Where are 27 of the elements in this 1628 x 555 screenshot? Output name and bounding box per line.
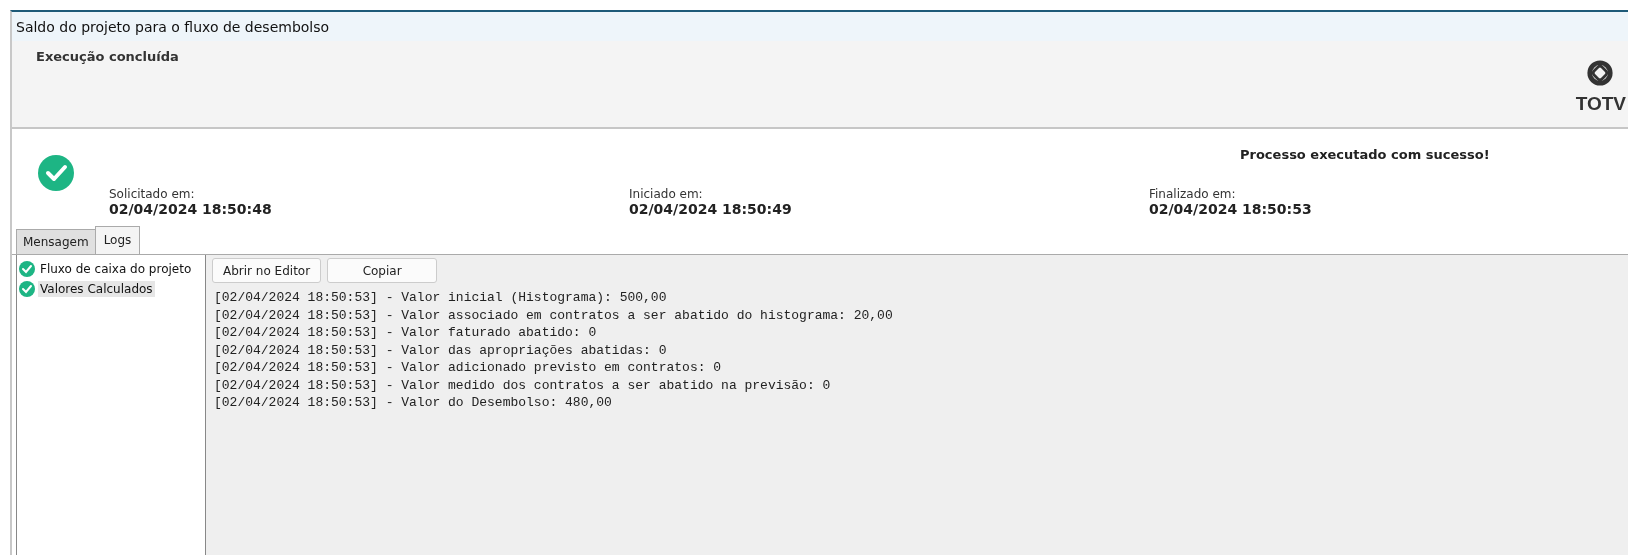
logo-text: TOTV [1575,93,1626,115]
check-icon [19,261,35,277]
time-label: Solicitado em: [109,187,196,201]
time-value: 02/04/2024 18:50:49 [629,201,793,217]
log-line: [02/04/2024 18:50:53] - Valor faturado abatido: 0 [214,324,598,342]
log-line: [02/04/2024 18:50:53] - Valor associado em contratos a ser abatido do histograma: 20,00 [214,306,894,324]
log-line: [02/04/2024 18:50:53] - Valor medido dos contratos a ser abatido na previsão: 0 [214,376,832,394]
success-icon [38,155,74,191]
toolbar-button[interactable]: Copiar [327,258,438,283]
log-line: [02/04/2024 18:50:53] - Valor inicial (Histograma): 500,00 [214,289,668,307]
toolbar-button[interactable]: Abrir no Editor [212,258,322,283]
time-label: Iniciado em: [629,187,704,201]
logo-icon [1586,59,1614,87]
log-line: [02/04/2024 18:50:53] - Valor do Desembolso: 480,00 [214,394,613,412]
time-label: Finalizado em: [1149,187,1237,201]
time-value: 02/04/2024 18:50:53 [1149,201,1313,217]
header-title: Execução concluída [36,49,179,66]
tree-item[interactable]: Valores Calculados [38,281,155,297]
tree-item[interactable]: Fluxo de caixa do projeto [38,261,194,277]
tab[interactable]: Logs [94,226,141,254]
log-line: [02/04/2024 18:50:53] - Valor das apropriações abatidas: 0 [214,341,668,359]
window-title: Saldo do projeto para o fluxo de desembolso [16,18,330,35]
check-icon [19,281,35,297]
tab[interactable]: Mensagem [16,229,96,254]
time-value: 02/04/2024 18:50:48 [109,201,273,217]
log-line: [02/04/2024 18:50:53] - Valor adicionado previsto em contratos: 0 [214,359,723,377]
status-message: Processo executado com sucesso! [1240,147,1490,162]
